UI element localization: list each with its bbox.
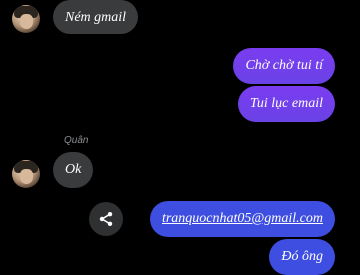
message-bubble-outgoing[interactable]: Đó ông [269,239,335,275]
sender-name: Quân [64,135,89,146]
share-icon [98,211,114,227]
message-text: Tui lục email [249,96,323,111]
message-text: Chờ chờ tui tí [245,58,323,73]
avatar[interactable] [12,5,40,33]
message-bubble-incoming[interactable]: Ok [53,152,94,188]
share-button[interactable] [89,202,123,236]
message-bubble-outgoing[interactable]: Chờ chờ tui tí [233,48,335,84]
message-text: Ok [65,162,82,177]
avatar[interactable] [12,160,40,188]
message-bubble-incoming[interactable]: Ném gmail [53,0,139,34]
message-bubble-link[interactable]: tranquocnhat05@gmail.com [149,201,335,237]
message-bubble-outgoing[interactable]: Tui lục email [237,86,335,122]
message-text: Ném gmail [65,10,127,25]
email-link[interactable]: tranquocnhat05@gmail.com [162,211,323,226]
